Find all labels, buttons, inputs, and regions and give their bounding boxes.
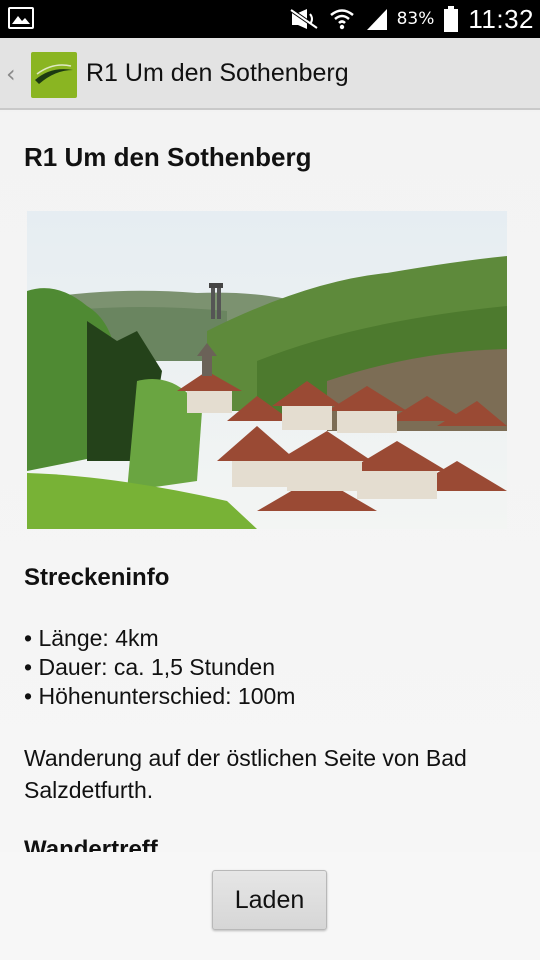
route-info-list: Länge: 4km Dauer: ca. 1,5 Stunden Höhenu… <box>24 624 295 711</box>
status-icons: 83% 11:32 <box>279 0 534 38</box>
clock: 11:32 <box>468 3 534 34</box>
app-logo[interactable] <box>31 52 77 98</box>
signal-icon <box>365 7 389 31</box>
list-item: Dauer: ca. 1,5 Stunden <box>24 653 295 682</box>
status-bar: 83% 11:32 <box>0 0 540 38</box>
route-info-heading: Streckeninfo <box>24 564 170 591</box>
battery-percent: 83% <box>396 9 435 29</box>
page-title: R1 Um den Sothenberg <box>24 142 312 172</box>
list-item: Höhenunterschied: 100m <box>24 682 295 711</box>
wifi-icon <box>329 7 355 31</box>
mute-icon <box>289 8 319 30</box>
bottom-bar: Laden <box>0 852 540 960</box>
action-bar: ‹ R1 Um den Sothenberg <box>0 38 540 110</box>
action-bar-title: R1 Um den Sothenberg <box>86 59 349 87</box>
battery-icon <box>444 6 459 32</box>
route-description: Wanderung auf der östlichen Seite von Ba… <box>24 745 467 803</box>
gallery-icon <box>8 7 34 29</box>
list-item: Länge: 4km <box>24 624 295 653</box>
route-detail-content[interactable]: R1 Um den Sothenberg Streckeninfo • Läng… <box>0 112 540 852</box>
load-button[interactable]: Laden <box>212 870 327 930</box>
chevron-left-icon[interactable]: ‹ <box>6 60 16 88</box>
village-landscape-photo <box>27 211 507 529</box>
meeting-point-heading: Wandertreff <box>24 836 158 852</box>
